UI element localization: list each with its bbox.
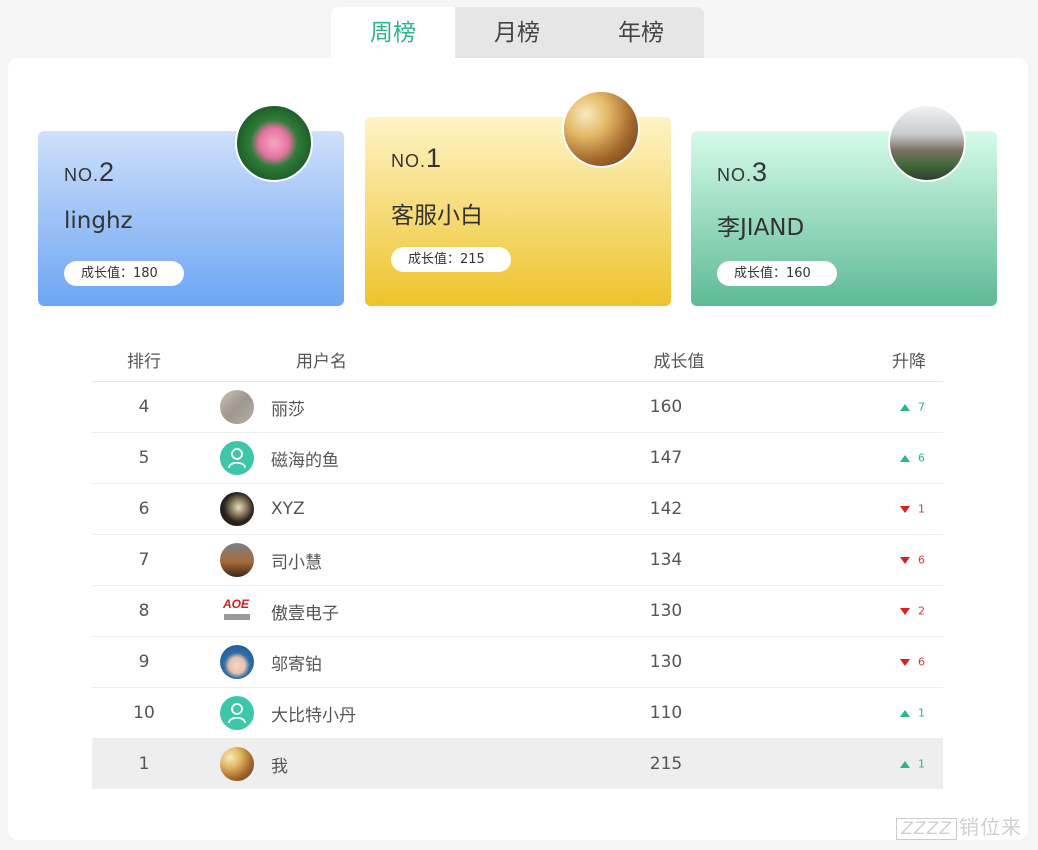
- dusk-avatar: [220, 543, 254, 577]
- growth-badge: 成长值：160: [717, 261, 837, 286]
- arrow-down-icon: [900, 556, 910, 564]
- city-avatar: [888, 104, 966, 182]
- growth-badge: 成长值：180: [64, 261, 184, 286]
- row-username: 我: [271, 756, 288, 777]
- ranking-tabs: 周榜 月榜 年榜: [331, 7, 704, 59]
- moon-avatar: [220, 492, 254, 526]
- sand-avatar: [220, 390, 254, 424]
- row-rank: 6: [138, 499, 150, 519]
- table-header: 排行 用户名 成长值 升降: [92, 337, 943, 382]
- table-row[interactable]: 5 磁海的鱼 147 6: [92, 433, 943, 484]
- row-username: 司小慧: [271, 552, 322, 573]
- table-row[interactable]: 10 大比特小丹 110 1: [92, 688, 943, 739]
- podium-username: 客服小白: [391, 203, 483, 229]
- ranking-table: 排行 用户名 成长值 升降 4 丽莎 160 7 5 磁海的鱼 147 6 6 …: [92, 337, 943, 789]
- row-rank: 5: [138, 448, 150, 468]
- row-trend: 6: [746, 655, 943, 669]
- default-user-avatar: [220, 696, 254, 730]
- watermark: ZZZZ 销位来: [896, 811, 1022, 840]
- table-row[interactable]: 8 AOE 傲壹电子 130 2: [92, 586, 943, 637]
- podium-card-3[interactable]: NO.3 李JIAND 成长值：160: [691, 104, 997, 306]
- row-trend: 1: [746, 502, 943, 516]
- row-username: 傲壹电子: [271, 603, 339, 624]
- row-rank: 10: [133, 703, 155, 723]
- row-growth: 147: [649, 448, 683, 468]
- podium-rank: NO.3: [717, 157, 768, 187]
- tab-weekly[interactable]: 周榜: [331, 7, 455, 59]
- row-username: 大比特小丹: [271, 705, 356, 726]
- default-user-avatar: [220, 441, 254, 475]
- leaderboard-panel: NO.2 linghz 成长值：180 NO.1 客服小白 成长值：215 NO…: [8, 58, 1028, 840]
- row-growth: 215: [649, 754, 683, 774]
- man-avatar: [220, 645, 254, 679]
- header-user: 用户名: [296, 351, 347, 372]
- tab-yearly[interactable]: 年榜: [579, 7, 703, 59]
- arrow-up-icon: [900, 454, 910, 462]
- row-trend: 1: [746, 706, 943, 720]
- podium-rank: NO.2: [64, 157, 115, 187]
- row-rank: 7: [138, 550, 150, 570]
- tab-monthly[interactable]: 月榜: [455, 7, 579, 59]
- hat-avatar: [562, 90, 640, 168]
- row-growth: 110: [649, 703, 683, 723]
- arrow-down-icon: [900, 505, 910, 513]
- row-rank: 8: [138, 601, 150, 621]
- row-rank: 1: [138, 754, 150, 774]
- my-rank-row[interactable]: 1 我 215 1: [92, 739, 943, 789]
- podium-card-2[interactable]: NO.2 linghz 成长值：180: [38, 104, 344, 306]
- podium-username: linghz: [64, 208, 133, 234]
- row-rank: 4: [138, 397, 150, 417]
- table-row[interactable]: 4 丽莎 160 7: [92, 382, 943, 433]
- row-rank: 9: [138, 652, 150, 672]
- table-row[interactable]: 9 邬寄铂 130 6: [92, 637, 943, 688]
- arrow-up-icon: [900, 760, 910, 768]
- row-trend: 7: [746, 400, 943, 414]
- table-row[interactable]: 7 司小慧 134 6: [92, 535, 943, 586]
- row-trend: 6: [746, 553, 943, 567]
- header-growth: 成长值: [653, 351, 705, 372]
- header-rank: 排行: [127, 351, 161, 372]
- podium-rank: NO.1: [391, 143, 442, 173]
- row-growth: 130: [649, 601, 683, 621]
- growth-badge: 成长值：215: [391, 247, 511, 272]
- row-username: 邬寄铂: [271, 654, 322, 675]
- header-trend: 升降: [892, 351, 926, 372]
- row-trend: 6: [746, 451, 943, 465]
- row-username: XYZ: [271, 499, 305, 519]
- row-growth: 130: [649, 652, 683, 672]
- aoe-logo-avatar: AOE: [220, 594, 254, 628]
- row-username: 丽莎: [271, 399, 305, 420]
- arrow-down-icon: [900, 607, 910, 615]
- arrow-down-icon: [900, 658, 910, 666]
- hat-avatar: [220, 747, 254, 781]
- podium-username: 李JIAND: [717, 215, 805, 241]
- row-username: 磁海的鱼: [271, 450, 339, 471]
- arrow-up-icon: [900, 403, 910, 411]
- row-trend: 2: [746, 604, 943, 618]
- row-trend: 1: [746, 757, 943, 771]
- table-row[interactable]: 6 XYZ 142 1: [92, 484, 943, 535]
- arrow-up-icon: [900, 709, 910, 717]
- row-growth: 142: [649, 499, 683, 519]
- row-growth: 134: [649, 550, 683, 570]
- row-growth: 160: [649, 397, 683, 417]
- podium-card-1[interactable]: NO.1 客服小白 成长值：215: [365, 90, 671, 306]
- lotus-avatar: [235, 104, 313, 182]
